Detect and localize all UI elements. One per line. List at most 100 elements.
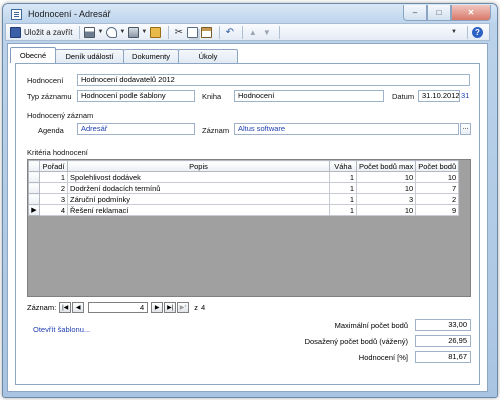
- save-icon: [10, 26, 21, 38]
- agenda-field[interactable]: Adresář: [77, 123, 195, 135]
- copy-icon: [187, 26, 199, 38]
- cell-vaha[interactable]: 1: [329, 171, 357, 183]
- print-dropdown-icon[interactable]: ▼: [97, 29, 103, 35]
- next-record-button[interactable]: ▶: [151, 302, 164, 313]
- cell-popis[interactable]: Řešení reklamací: [67, 204, 330, 216]
- undo-button[interactable]: ↶: [224, 25, 235, 39]
- help-icon: ?: [472, 26, 483, 38]
- table-row[interactable]: 2 Dodržení dodacích termínů 1 10 7: [28, 182, 460, 194]
- cell-max[interactable]: 10: [355, 182, 417, 194]
- table-row[interactable]: 1 Spolehlivost dodávek 1 10 10: [28, 171, 460, 183]
- column-header-poradi[interactable]: Pořadí: [39, 160, 68, 172]
- table-row[interactable]: 3 Záruční podmínky 1 3 2: [28, 193, 460, 205]
- cell-poradi[interactable]: 2: [39, 182, 68, 194]
- toolbar-separator: [79, 25, 81, 39]
- save-close-button[interactable]: Uložit a zavřít: [10, 25, 72, 39]
- cell-popis[interactable]: Spolehlivost dodávek: [67, 171, 330, 183]
- next-record-button[interactable]: ▼: [261, 25, 272, 39]
- cell-body[interactable]: 2: [415, 193, 460, 205]
- maximize-button[interactable]: □: [427, 5, 451, 21]
- typ-zaznamu-label: Typ záznamu: [27, 92, 72, 101]
- record-number-input[interactable]: 4: [88, 302, 149, 313]
- cell-max[interactable]: 10: [355, 204, 417, 216]
- cell-popis[interactable]: Dodržení dodacích termínů: [67, 182, 330, 194]
- grid-header-row: Pořadí Popis Váha Počet bodů max Počet b…: [28, 160, 460, 172]
- down-arrow-icon: ▼: [262, 27, 271, 37]
- cell-body[interactable]: 9: [415, 204, 460, 216]
- print-button[interactable]: ▼: [84, 25, 103, 39]
- agenda-label: Agenda: [38, 126, 64, 135]
- datum-field[interactable]: 31.10.2012: [418, 90, 460, 102]
- fax-dropdown-icon[interactable]: ▼: [141, 29, 147, 35]
- zaznam-label: Záznam: [202, 126, 230, 135]
- cell-body[interactable]: 7: [415, 182, 460, 194]
- navigator-of-label: z: [194, 303, 198, 312]
- max-points-field: 33,00: [415, 319, 471, 331]
- row-selector[interactable]: [28, 193, 40, 205]
- toolbar-overflow-icon[interactable]: ▼: [451, 29, 457, 35]
- cell-max[interactable]: 10: [355, 171, 417, 183]
- weighted-points-field: 26,95: [415, 335, 471, 347]
- datum-label: Datum: [392, 92, 415, 101]
- row-selector[interactable]: [28, 171, 40, 183]
- tab-obecne[interactable]: Obecné: [10, 47, 56, 63]
- kniha-field[interactable]: Hodnocení: [234, 90, 384, 102]
- paste-button[interactable]: [201, 25, 213, 39]
- hodnoceni-label: Hodnocení: [27, 76, 64, 85]
- zaznam-browse-button[interactable]: ...: [460, 123, 471, 135]
- tab-ukoly[interactable]: Úkoly: [178, 49, 238, 63]
- first-record-button[interactable]: |◀: [59, 302, 72, 313]
- weighted-points-label: Dosažený počet bodů (vážený): [304, 337, 408, 346]
- cell-vaha[interactable]: 1: [329, 182, 357, 194]
- row-selector[interactable]: [28, 182, 40, 194]
- cell-popis[interactable]: Záruční podmínky: [67, 193, 330, 205]
- cell-vaha[interactable]: 1: [329, 193, 357, 205]
- form-icon: [11, 9, 22, 20]
- current-row-indicator-icon[interactable]: ▶: [28, 204, 40, 216]
- typ-zaznamu-field[interactable]: Hodnocení podle šablony: [77, 90, 195, 102]
- attach-button[interactable]: [150, 25, 162, 39]
- cell-max[interactable]: 3: [355, 193, 417, 205]
- max-points-label: Maximální počet bodů: [334, 321, 408, 330]
- kniha-label: Kniha: [202, 92, 222, 101]
- cell-poradi[interactable]: 1: [39, 171, 68, 183]
- new-record-button[interactable]: ▶*: [177, 302, 190, 313]
- print-icon: [84, 26, 96, 38]
- toolbar-separator: [219, 25, 221, 39]
- cell-poradi[interactable]: 3: [39, 193, 68, 205]
- cut-icon: ✂: [174, 26, 184, 38]
- help-button[interactable]: ?: [472, 25, 483, 39]
- row-selector-header[interactable]: [28, 160, 40, 172]
- hodnoceni-field[interactable]: Hodnocení dodavatelů 2012: [77, 74, 470, 86]
- navigator-label: Záznam:: [27, 303, 57, 312]
- kriteria-heading: Kritéria hodnocení: [27, 148, 88, 157]
- calendar-button[interactable]: 31: [461, 90, 473, 102]
- zaznam-field[interactable]: Altus software: [234, 123, 459, 135]
- previous-record-button[interactable]: ▲: [247, 25, 258, 39]
- column-header-popis[interactable]: Popis: [67, 160, 330, 172]
- criteria-grid: Pořadí Popis Váha Počet bodů max Počet b…: [27, 159, 471, 297]
- toolbar-separator: [242, 25, 244, 39]
- prev-record-button[interactable]: ◀: [72, 302, 85, 313]
- cell-poradi[interactable]: 4: [39, 204, 68, 216]
- open-template-link[interactable]: Otevřít šablonu...: [33, 325, 90, 334]
- copy-button[interactable]: [187, 25, 199, 39]
- undo-icon: ↶: [225, 26, 235, 38]
- fax-button[interactable]: ▼: [128, 25, 147, 39]
- close-button[interactable]: ✕: [451, 5, 491, 21]
- last-record-button[interactable]: ▶|: [164, 302, 177, 313]
- cut-button[interactable]: ✂: [173, 25, 184, 39]
- cell-vaha[interactable]: 1: [329, 204, 357, 216]
- table-row[interactable]: ▶ 4 Řešení reklamací 1 10 9: [28, 204, 460, 216]
- navigator-total: 4: [200, 303, 206, 312]
- column-header-vaha[interactable]: Váha: [329, 160, 357, 172]
- column-header-max[interactable]: Počet bodů max: [355, 160, 417, 172]
- up-arrow-icon: ▲: [248, 27, 257, 37]
- tab-dokumenty[interactable]: Dokumenty: [123, 49, 179, 63]
- preview-button[interactable]: ▼: [106, 25, 125, 39]
- column-header-body[interactable]: Počet bodů: [415, 160, 460, 172]
- tab-denik-udalosti[interactable]: Deník událostí: [55, 49, 124, 63]
- minimize-button[interactable]: –: [403, 5, 427, 21]
- preview-dropdown-icon[interactable]: ▼: [119, 29, 125, 35]
- cell-body[interactable]: 10: [415, 171, 460, 183]
